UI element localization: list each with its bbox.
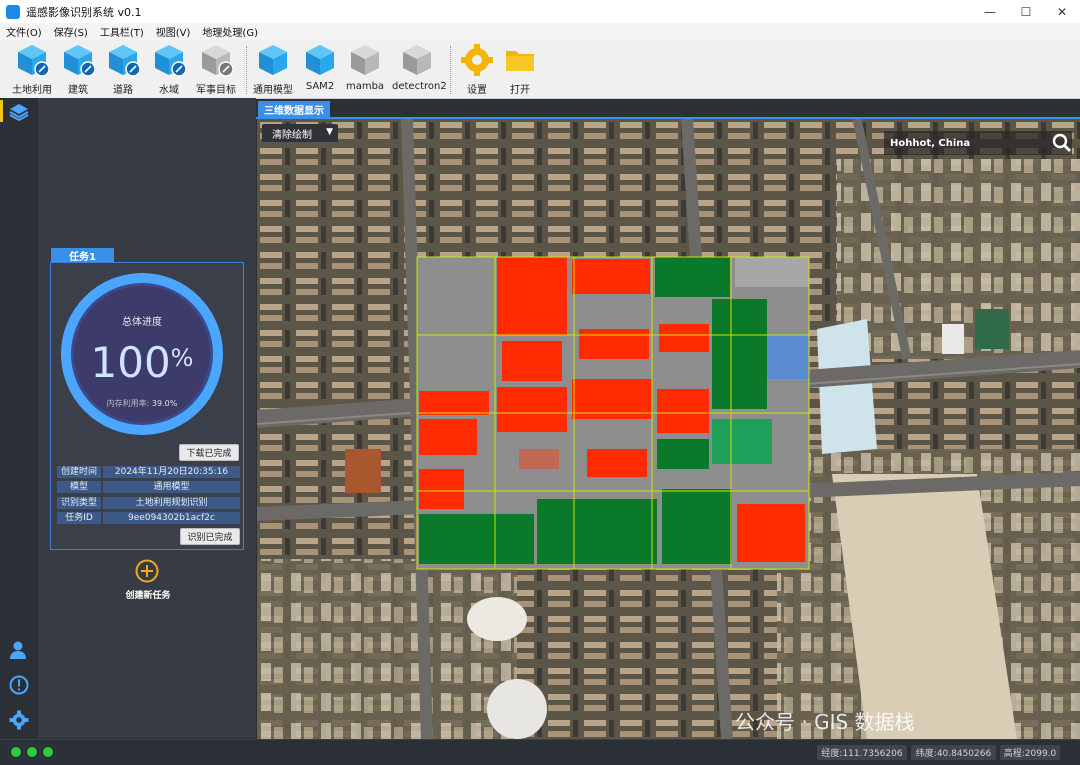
model-detectron2-button[interactable]: detectron2	[392, 42, 447, 96]
blue-cube-icon	[259, 45, 287, 75]
menu-file[interactable]: 文件(O)	[0, 24, 48, 39]
memory-usage: 内存利用率: 39.0%	[60, 398, 224, 409]
elevation-readout: 高程:2099.0	[1000, 745, 1060, 760]
info-row-type: 识别类型 土地利用规划识别	[57, 497, 240, 509]
identify-complete-button[interactable]: 识别已完成	[180, 528, 240, 545]
tool-label: 土地利用	[12, 85, 52, 96]
blue-cube-icon	[109, 45, 140, 77]
tool-label: 军事目标	[196, 85, 236, 96]
minimize-button[interactable]: —	[972, 0, 1008, 23]
info-value: 2024年11月20日20:35:16	[103, 466, 240, 478]
close-button[interactable]: ✕	[1044, 0, 1080, 23]
folder-icon	[506, 51, 534, 71]
blue-cube-icon	[155, 45, 186, 77]
layers-icon	[9, 104, 29, 122]
latitude-readout: 纬度:40.8450266	[911, 745, 996, 760]
tool-label: detectron2	[392, 81, 447, 92]
tool-label: 通用模型	[253, 85, 293, 96]
tool-label: 水域	[159, 85, 179, 96]
info-key: 任务ID	[57, 512, 101, 524]
tool-land-use-button[interactable]: 土地利用	[7, 42, 57, 96]
model-mamba-button[interactable]: mamba	[340, 42, 390, 96]
location-search	[884, 131, 1072, 155]
active-indicator	[0, 100, 3, 122]
tool-building-button[interactable]: 建筑	[53, 42, 103, 96]
download-complete-button[interactable]: 下载已完成	[179, 444, 239, 461]
info-row-created: 创建时间 2024年11月20日20:35:16	[57, 466, 240, 478]
tool-military-button[interactable]: 军事目标	[191, 42, 241, 96]
menu-toolbar[interactable]: 工具栏(T)	[94, 24, 150, 39]
info-key: 识别类型	[57, 497, 101, 509]
add-task-icon[interactable]	[135, 559, 159, 583]
toolbar: 土地利用 建筑 道路 水域 军事目标 通用模型 SAM2 mamba detec…	[0, 40, 1080, 99]
memory-value: 39.0%	[151, 399, 178, 408]
satellite-map[interactable]	[257, 119, 1080, 739]
clear-draw-select[interactable]: 清除绘制 ▼	[262, 124, 338, 142]
user-button[interactable]	[7, 638, 31, 662]
window-title: 遥感影像识别系统 v0.1	[26, 5, 142, 19]
info-button[interactable]	[7, 673, 31, 697]
alert-icon	[9, 675, 29, 695]
chevron-down-icon: ▼	[326, 127, 333, 137]
menu-bar: 文件(O) 保存(S) 工具栏(T) 视图(V) 地理处理(G)	[0, 23, 1080, 40]
map-canvas[interactable]	[257, 119, 1080, 739]
model-general-button[interactable]: 通用模型	[248, 42, 298, 96]
gray-cube-icon	[202, 45, 233, 77]
blue-cube-icon	[64, 45, 95, 77]
info-row-model: 模型 通用模型	[57, 481, 240, 493]
rail-settings-button[interactable]	[7, 708, 31, 732]
location-search-input[interactable]	[884, 132, 1052, 154]
menu-save[interactable]: 保存(S)	[48, 24, 94, 39]
progress-title: 总体进度	[122, 317, 162, 328]
open-folder-button[interactable]: 打开	[495, 42, 545, 96]
gray-cube-icon	[403, 45, 431, 75]
info-row-task-id: 任务ID 9ee094302b1acf2c	[57, 512, 240, 524]
tab-3d-display[interactable]: 三维数据显示	[258, 101, 330, 117]
info-value: 9ee094302b1acf2c	[103, 512, 240, 524]
blue-cube-icon	[306, 45, 334, 75]
gray-cube-icon	[351, 45, 379, 75]
status-dot-icon	[11, 747, 21, 757]
watermark: 公众号 · GIS 数据栈	[735, 709, 915, 734]
status-dot-icon	[43, 747, 53, 757]
tool-label: mamba	[345, 81, 385, 92]
left-rail	[0, 98, 39, 738]
tool-label: SAM2	[305, 81, 335, 92]
title-bar: 遥感影像识别系统 v0.1 — ☐ ✕	[0, 0, 1080, 24]
task-tab[interactable]: 任务1	[51, 248, 114, 263]
tool-label: 道路	[113, 85, 133, 96]
longitude-readout: 经度:111.7356206	[817, 745, 907, 760]
progress-value: 100%	[60, 338, 224, 387]
memory-label: 内存利用率:	[106, 399, 150, 408]
gear-icon	[461, 44, 493, 76]
clear-draw-value: 清除绘制	[272, 129, 312, 141]
info-key: 模型	[57, 481, 101, 493]
layers-button[interactable]	[7, 100, 31, 124]
gear-icon	[9, 710, 29, 730]
user-icon	[10, 641, 26, 659]
model-sam2-button[interactable]: SAM2	[295, 42, 345, 96]
tool-road-button[interactable]: 道路	[98, 42, 148, 96]
info-value: 通用模型	[103, 481, 240, 493]
tool-label: 打开	[510, 85, 530, 96]
search-icon[interactable]	[1052, 133, 1072, 153]
info-value: 土地利用规划识别	[103, 497, 240, 509]
app-logo-icon	[6, 4, 20, 19]
progress-unit: %	[170, 344, 194, 372]
status-dot-icon	[27, 747, 37, 757]
info-key: 创建时间	[57, 466, 101, 478]
create-task-label[interactable]: 创建新任务	[108, 588, 188, 601]
progress-number: 100	[90, 338, 171, 387]
status-bar: 经度:111.7356206 纬度:40.8450266 高程:2099.0	[0, 739, 1080, 765]
blue-cube-icon	[18, 45, 49, 77]
tool-label: 建筑	[68, 85, 88, 96]
menu-geoprocessing[interactable]: 地理处理(G)	[196, 24, 264, 39]
tool-water-button[interactable]: 水域	[144, 42, 194, 96]
menu-view[interactable]: 视图(V)	[150, 24, 197, 39]
maximize-button[interactable]: ☐	[1008, 0, 1044, 23]
